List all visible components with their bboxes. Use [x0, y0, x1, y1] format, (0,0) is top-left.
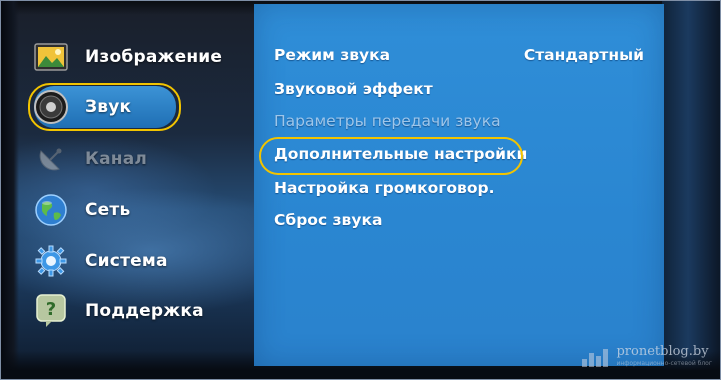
side-item-channel[interactable]: Канал [31, 139, 251, 179]
watermark-text: pronetblog.by [616, 344, 709, 359]
row-sound-mode[interactable]: Режим звука Стандартный [274, 40, 644, 70]
side-item-support[interactable]: ? Поддержка [31, 291, 251, 331]
row-sound-effect-label: Звуковой эффект [274, 80, 433, 98]
side-item-system-label: Система [85, 251, 168, 271]
tv-right-background [662, 1, 720, 379]
side-menu: Изображение Звук Канал Сеть Система ? По… [19, 27, 257, 347]
watermark-bars-icon [582, 349, 610, 367]
side-item-network-label: Сеть [85, 200, 131, 220]
watermark: pronetblog.by информационно-сетевой блог [582, 345, 712, 367]
side-item-network[interactable]: Сеть [31, 190, 251, 230]
globe-icon [31, 192, 71, 228]
side-item-support-label: Поддержка [85, 301, 204, 321]
row-sound-mode-label: Режим звука [274, 46, 391, 64]
sound-highlight-annotation [28, 83, 181, 131]
row-speaker-settings-label: Настройка громкоговор. [274, 179, 495, 197]
picture-icon [31, 39, 71, 75]
sound-settings-panel: Режим звука Стандартный Звуковой эффект … [254, 4, 664, 366]
row-sound-mode-value: Стандартный [523, 46, 644, 64]
row-speaker-settings[interactable]: Настройка громкоговор. [274, 173, 644, 203]
tv-left-edge [1, 1, 19, 379]
row-broadcast-audio-options-label: Параметры передачи звука [274, 112, 501, 130]
side-item-picture[interactable]: Изображение [31, 37, 251, 77]
row-sound-effect[interactable]: Звуковой эффект [274, 74, 644, 104]
side-item-picture-label: Изображение [85, 47, 223, 67]
row-sound-reset[interactable]: Сброс звука [274, 205, 644, 235]
watermark-subtext: информационно-сетевой блог [616, 360, 712, 367]
side-item-system[interactable]: Система [31, 241, 251, 281]
satellite-dish-icon [31, 141, 71, 177]
gear-icon [31, 243, 71, 279]
row-sound-reset-label: Сброс звука [274, 211, 383, 229]
side-item-channel-label: Канал [85, 149, 148, 169]
help-icon: ? [31, 293, 71, 329]
tv-screen: Изображение Звук Канал Сеть Система ? По… [0, 0, 721, 380]
row-broadcast-audio-options[interactable]: Параметры передачи звука [274, 106, 644, 136]
svg-text:?: ? [46, 299, 56, 320]
additional-settings-highlight-annotation [259, 137, 523, 175]
